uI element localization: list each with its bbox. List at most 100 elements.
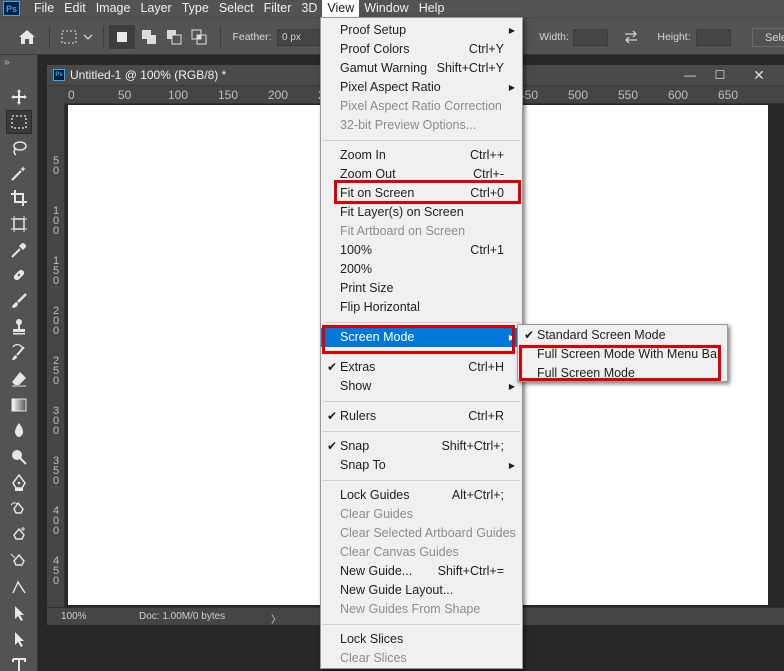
- zoom-level[interactable]: 100%: [61, 611, 87, 622]
- menu-edit[interactable]: Edit: [59, 0, 91, 17]
- magic-wand-icon[interactable]: [6, 161, 32, 185]
- document-title: Untitled-1 @ 100% (RGB/8) *: [70, 68, 227, 82]
- menu-item-label: Rulers: [340, 409, 377, 423]
- menu-file[interactable]: File: [29, 0, 59, 17]
- width-input[interactable]: [573, 29, 608, 46]
- view-menu-item-fit-artboard-on-screen[interactable]: Fit Artboard on Screen: [321, 222, 522, 241]
- view-menu-item-lock-slices[interactable]: Lock Slices: [321, 630, 522, 649]
- view-menu-item-gamut-warning[interactable]: Gamut Warning Shift+Ctrl+Y: [321, 59, 522, 78]
- maximize-icon[interactable]: ☐: [711, 67, 729, 83]
- home-icon[interactable]: [10, 18, 44, 56]
- dodge-tool-icon[interactable]: [6, 445, 32, 469]
- status-menu-arrow-icon[interactable]: 〉: [271, 611, 281, 626]
- pen-tool-icon[interactable]: [6, 471, 32, 495]
- lasso-tool-icon[interactable]: [6, 136, 32, 160]
- view-menu-item-clear-slices[interactable]: Clear Slices: [321, 649, 522, 668]
- brush-tool-icon[interactable]: [6, 289, 32, 313]
- menu-select[interactable]: Select: [214, 0, 259, 17]
- close-icon[interactable]: ✕: [750, 67, 768, 83]
- eyedropper-icon[interactable]: [6, 238, 32, 262]
- menu-separator: [323, 480, 520, 481]
- crop-tool-icon[interactable]: [6, 186, 32, 210]
- frame-tool-icon[interactable]: [6, 212, 32, 236]
- view-menu-item-snap-to[interactable]: Snap To ▶: [321, 456, 522, 475]
- view-menu-item-pixel-aspect-ratio-correction[interactable]: Pixel Aspect Ratio Correction: [321, 97, 522, 116]
- clone-stamp-icon[interactable]: [6, 315, 32, 339]
- view-menu-item-new-guide[interactable]: New Guide... Shift+Ctrl+=: [321, 562, 522, 581]
- view-menu-item-fit-layer-s-on-screen[interactable]: Fit Layer(s) on Screen: [321, 203, 522, 222]
- view-menu-item-extras[interactable]: ✔ Extras Ctrl+H: [321, 358, 522, 377]
- type-tool-icon[interactable]: [6, 653, 32, 671]
- view-menu-item-clear-canvas-guides[interactable]: Clear Canvas Guides: [321, 543, 522, 562]
- move-tool-icon[interactable]: [6, 85, 32, 109]
- swap-dimensions-icon[interactable]: [620, 18, 642, 56]
- view-menu-item-32-bit-preview-options[interactable]: 32-bit Preview Options...: [321, 116, 522, 135]
- healing-brush-icon[interactable]: [6, 263, 32, 287]
- view-menu-item-zoom-in[interactable]: Zoom In Ctrl++: [321, 146, 522, 165]
- view-menu-item-show[interactable]: Show ▶: [321, 377, 522, 396]
- view-menu-item-rulers[interactable]: ✔ Rulers Ctrl+R: [321, 407, 522, 426]
- feather-input[interactable]: 0 px: [277, 29, 321, 46]
- ruler-label: 500: [568, 88, 589, 102]
- marquee-tool-icon[interactable]: [6, 110, 32, 134]
- add-selection-icon[interactable]: [137, 18, 161, 56]
- view-menu-item-new-guide-layout[interactable]: New Guide Layout...: [321, 581, 522, 600]
- width-label: Width:: [539, 31, 569, 43]
- path-selection-icon[interactable]: [6, 601, 32, 625]
- intersect-selection-icon[interactable]: [187, 18, 211, 56]
- view-menu-item-fit-on-screen[interactable]: Fit on Screen Ctrl+0: [321, 184, 522, 203]
- full-screen-menu-bar-item[interactable]: Full Screen Mode With Menu Bar: [518, 345, 727, 364]
- view-menu-item-proof-setup[interactable]: Proof Setup ▶: [321, 21, 522, 40]
- menu-item-label: 200%: [340, 262, 372, 276]
- menu-filter[interactable]: Filter: [259, 0, 297, 17]
- view-menu-item-200[interactable]: 200%: [321, 260, 522, 279]
- menu-separator: [323, 322, 520, 323]
- collapse-toolbar-icon[interactable]: »: [4, 57, 10, 68]
- curvature-pen-icon[interactable]: [6, 523, 32, 547]
- standard-screen-mode-item[interactable]: ✔ Standard Screen Mode: [518, 326, 727, 345]
- select-and-mask-button[interactable]: Sele: [752, 28, 784, 47]
- view-menu-item-screen-mode[interactable]: Screen Mode ▶: [321, 328, 522, 347]
- view-menu-item-flip-horizontal[interactable]: Flip Horizontal: [321, 298, 522, 317]
- vertical-ruler[interactable]: 5 0 1 0 0 1 5 0 2 0 0 2 5 0 3 0 0 3 5 0 …: [47, 104, 65, 607]
- menu-type[interactable]: Type: [177, 0, 214, 17]
- view-menu-item-lock-guides[interactable]: Lock Guides Alt+Ctrl+;: [321, 486, 522, 505]
- menu-item-label: Clear Guides: [340, 507, 413, 521]
- submenu-arrow-icon: ▶: [508, 83, 515, 92]
- menu-layer[interactable]: Layer: [135, 0, 176, 17]
- minimize-icon[interactable]: —: [681, 67, 699, 83]
- direct-selection-icon[interactable]: [6, 627, 32, 651]
- height-input[interactable]: [696, 29, 731, 46]
- freeform-pen-icon[interactable]: [6, 497, 32, 521]
- menu-item-label: New Guides From Shape: [340, 602, 481, 616]
- view-menu-item-clear-guides[interactable]: Clear Guides: [321, 505, 522, 524]
- new-selection-icon[interactable]: [109, 25, 135, 49]
- convert-point-icon[interactable]: [6, 575, 32, 599]
- submenu-arrow-icon: ▶: [508, 382, 515, 391]
- anchor-point-icon[interactable]: [6, 549, 32, 573]
- view-menu-item-proof-colors[interactable]: Proof Colors Ctrl+Y: [321, 40, 522, 59]
- view-menu-item-new-guides-from-shape[interactable]: New Guides From Shape: [321, 600, 522, 619]
- history-brush-icon[interactable]: [6, 341, 32, 365]
- gradient-tool-icon[interactable]: [6, 393, 32, 417]
- menu-image[interactable]: Image: [91, 0, 136, 17]
- full-screen-mode-item[interactable]: Full Screen Mode: [518, 364, 727, 383]
- blur-tool-icon[interactable]: [6, 419, 32, 443]
- view-menu-item-print-size[interactable]: Print Size: [321, 279, 522, 298]
- menu-item-shortcut: Ctrl+0: [470, 186, 504, 200]
- menu-item-label: New Guide...: [340, 564, 413, 578]
- subtract-selection-icon[interactable]: [162, 18, 186, 56]
- view-menu-item-clear-selected-artboard-guides[interactable]: Clear Selected Artboard Guides: [321, 524, 522, 543]
- view-menu-item-100[interactable]: 100% Ctrl+1: [321, 241, 522, 260]
- view-menu-item-pixel-aspect-ratio[interactable]: Pixel Aspect Ratio ▶: [321, 78, 522, 97]
- eraser-icon[interactable]: [6, 367, 32, 391]
- submenu-arrow-icon: ▶: [508, 461, 515, 470]
- menu-help[interactable]: Help: [414, 0, 450, 17]
- menu-3d[interactable]: 3D: [296, 0, 322, 17]
- view-menu-item-snap[interactable]: ✔ Snap Shift+Ctrl+;: [321, 437, 522, 456]
- menu-window[interactable]: Window: [359, 0, 413, 17]
- marquee-preset-icon[interactable]: [56, 18, 98, 56]
- view-menu-item-zoom-out[interactable]: Zoom Out Ctrl+-: [321, 165, 522, 184]
- menu-view[interactable]: View: [322, 0, 360, 17]
- submenu-item-label: Full Screen Mode With Menu Bar: [537, 347, 722, 361]
